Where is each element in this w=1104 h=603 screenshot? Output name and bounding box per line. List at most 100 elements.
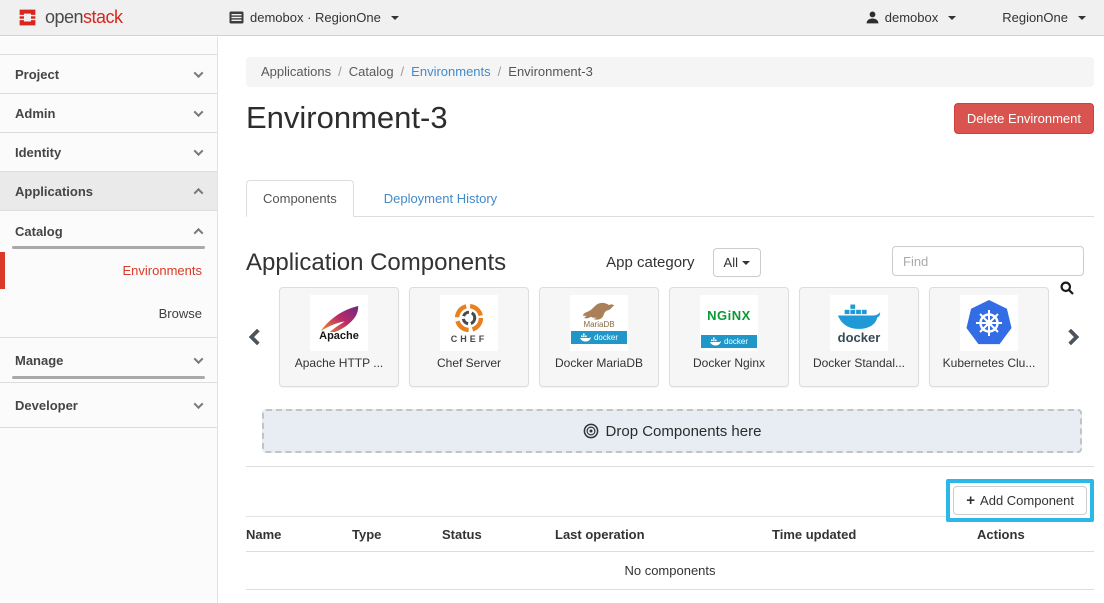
breadcrumb-separator: /: [498, 64, 502, 79]
sidebar-item-label: Applications: [15, 184, 93, 199]
caret-down-icon: [1078, 16, 1086, 20]
component-card-kubernetes[interactable]: Kubernetes Clu...: [929, 287, 1049, 387]
card-label: Apache HTTP ...: [295, 356, 383, 370]
component-card-docker-mariadb[interactable]: MariaDB docker Docker MariaDB: [539, 287, 659, 387]
sidebar-item-label: Developer: [15, 398, 78, 413]
carousel-cards: Apache Apache HTTP ... CHEF Chef Server: [279, 287, 1049, 387]
chef-wordmark: CHEF: [451, 334, 488, 344]
sidebar-item-label: Catalog: [15, 224, 63, 239]
chevron-down-icon: [194, 399, 204, 409]
card-label: Kubernetes Clu...: [943, 356, 1036, 370]
kubernetes-logo: [960, 295, 1018, 351]
sidebar-item-applications[interactable]: Applications: [0, 172, 217, 211]
top-navbar: openstack demobox · RegionOne demobox Re…: [0, 0, 1104, 36]
chevron-up-icon: [194, 187, 204, 197]
chef-logo: CHEF: [440, 295, 498, 351]
sidebar-item-label: Environments: [123, 263, 202, 278]
section-underline: [12, 246, 205, 249]
tab-components[interactable]: Components: [246, 180, 354, 217]
app-category-label: App category: [606, 246, 694, 280]
plus-icon: [966, 493, 975, 508]
delete-environment-button[interactable]: Delete Environment: [954, 103, 1094, 134]
search-icon[interactable]: [1060, 281, 1074, 295]
docker-ribbon: docker: [571, 331, 627, 344]
sidebar-item-admin[interactable]: Admin: [0, 94, 217, 133]
caret-down-icon: [391, 16, 399, 20]
chevron-right-icon: [1063, 329, 1080, 346]
docker-logo: docker: [830, 295, 888, 351]
carousel-next-button[interactable]: [1060, 287, 1082, 387]
target-icon: [583, 423, 599, 439]
sidebar-item-label: Identity: [15, 145, 61, 160]
breadcrumb-catalog: Catalog: [349, 64, 394, 79]
find-wrapper: [892, 246, 1084, 276]
sidebar-item-project[interactable]: Project: [0, 55, 217, 94]
user-label: demobox: [885, 10, 938, 25]
list-icon: [229, 11, 244, 24]
docker-ribbon-label: docker: [724, 337, 748, 346]
breadcrumb-separator: /: [401, 64, 405, 79]
chevron-down-icon: [194, 354, 204, 364]
chevron-down-icon: [194, 107, 204, 117]
sidebar-top-strip: [0, 37, 217, 55]
add-component-button[interactable]: Add Component: [953, 486, 1087, 515]
kubernetes-wheel-icon: [974, 308, 1004, 338]
breadcrumb: Applications/Catalog/Environments/Enviro…: [246, 57, 1094, 87]
components-table: Name Type Status Last operation Time upd…: [246, 516, 1094, 590]
find-input[interactable]: [892, 246, 1084, 276]
sidebar-item-identity[interactable]: Identity: [0, 133, 217, 172]
components-panel-header: Application Components App category All: [246, 246, 1094, 280]
breadcrumb-current: Environment-3: [508, 64, 593, 79]
sidebar-item-browse[interactable]: Browse: [0, 289, 217, 338]
apache-wordmark: Apache: [319, 330, 359, 342]
card-label: Chef Server: [437, 356, 501, 370]
sidebar-item-manage[interactable]: Manage: [0, 338, 217, 383]
page-title: Environment-3: [246, 100, 448, 136]
chevron-down-icon: [194, 68, 204, 78]
section-divider: [246, 466, 1094, 467]
docker-ribbon-label: docker: [594, 333, 618, 342]
topbar-right: demobox RegionOne: [866, 10, 1104, 25]
drop-components-zone[interactable]: Drop Components here: [262, 409, 1082, 453]
tab-bar: Components Deployment History: [246, 180, 1094, 217]
app-category-dropdown[interactable]: All: [713, 248, 761, 277]
docker-ribbon: docker: [701, 335, 757, 348]
sidebar-item-environments[interactable]: Environments: [0, 252, 217, 289]
sidebar-nav: Project Admin Identity Applications Cata…: [0, 37, 218, 603]
brand-wordmark: openstack: [45, 7, 123, 28]
openstack-logo[interactable]: openstack: [0, 7, 229, 28]
component-card-apache[interactable]: Apache Apache HTTP ...: [279, 287, 399, 387]
region-label: RegionOne: [1002, 10, 1068, 25]
sidebar-item-catalog[interactable]: Catalog: [0, 211, 217, 252]
docker-whale-icon: [710, 337, 721, 346]
component-card-docker-standalone[interactable]: docker Docker Standal...: [799, 287, 919, 387]
user-menu[interactable]: demobox: [866, 10, 956, 25]
component-card-docker-nginx[interactable]: NGiNX docker Docker Nginx: [669, 287, 789, 387]
mariadb-wordmark: MariaDB: [583, 320, 614, 329]
sidebar-item-label: Manage: [15, 353, 63, 368]
sidebar-item-developer[interactable]: Developer: [0, 383, 217, 428]
tab-deployment-history[interactable]: Deployment History: [368, 181, 513, 216]
carousel-prev-button[interactable]: [246, 287, 268, 387]
openstack-logo-icon: [17, 7, 38, 28]
chevron-down-icon: [194, 146, 204, 156]
breadcrumb-environments-link[interactable]: Environments: [411, 64, 490, 79]
project-region-switcher[interactable]: demobox · RegionOne: [229, 10, 399, 25]
empty-table-row: No components: [246, 552, 1094, 590]
breadcrumb-applications: Applications: [261, 64, 331, 79]
component-card-chef[interactable]: CHEF Chef Server: [409, 287, 529, 387]
sidebar-item-label: Project: [15, 67, 59, 82]
add-component-label: Add Component: [980, 493, 1074, 508]
docker-wordmark: docker: [838, 330, 881, 345]
docker-whale-icon: [580, 333, 591, 342]
mariadb-seal-icon: [581, 302, 617, 320]
card-label: Docker MariaDB: [555, 356, 643, 370]
apache-feather-icon: [318, 305, 360, 332]
apache-logo: Apache: [310, 295, 368, 351]
region-menu[interactable]: RegionOne: [1002, 10, 1086, 25]
user-icon: [866, 11, 879, 24]
sidebar-item-label: Admin: [15, 106, 55, 121]
sidebar-item-label: Browse: [159, 306, 202, 321]
page-header: Environment-3 Delete Environment: [246, 100, 1094, 136]
caret-down-icon: [742, 261, 750, 265]
